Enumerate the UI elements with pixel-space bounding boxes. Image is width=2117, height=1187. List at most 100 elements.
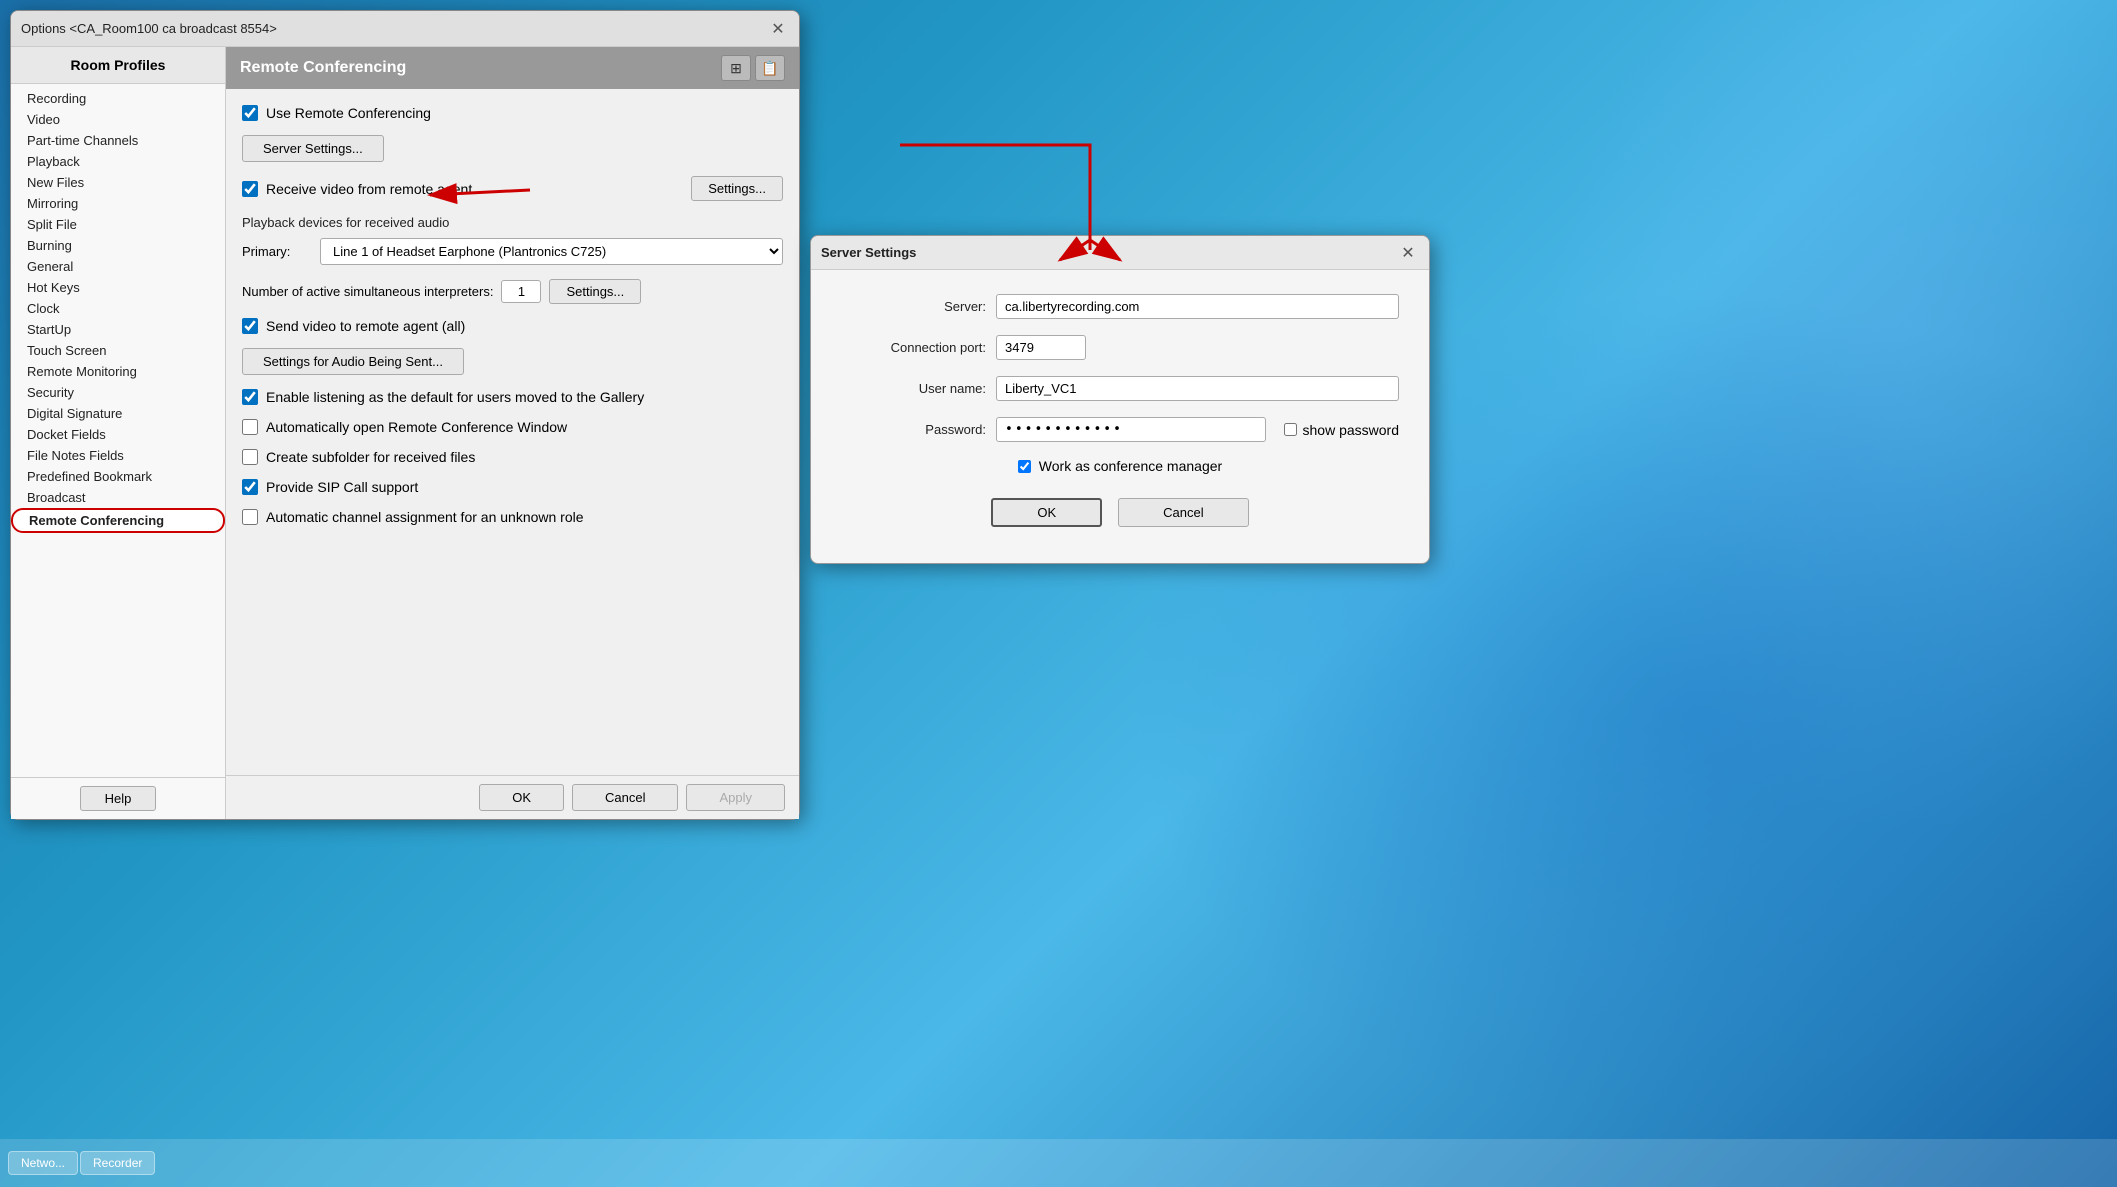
auto-open-label: Automatically open Remote Conference Win… <box>266 419 567 435</box>
sidebar-list: RecordingVideoPart-time ChannelsPlayback… <box>11 84 225 777</box>
sidebar-item-recording[interactable]: Recording <box>11 88 225 109</box>
content-scroll: Use Remote Conferencing Server Settings.… <box>226 89 799 775</box>
help-button[interactable]: Help <box>80 786 157 811</box>
sidebar-item-startup[interactable]: StartUp <box>11 319 225 340</box>
username-row: User name: <box>841 376 1399 401</box>
port-label: Connection port: <box>841 340 986 355</box>
sidebar-header: Room Profiles <box>11 47 225 84</box>
password-row: Password: show password <box>841 417 1399 442</box>
server-dialog-titlebar: Server Settings ✕ <box>811 236 1429 270</box>
options-dialog: Options <CA_Room100 ca broadcast 8554> ✕… <box>10 10 800 820</box>
apply-button[interactable]: Apply <box>686 784 785 811</box>
main-content: Remote Conferencing ⊞ 📋 Use Remote Confe… <box>226 47 799 819</box>
sidebar-item-split-file[interactable]: Split File <box>11 214 225 235</box>
create-subfolder-row: Create subfolder for received files <box>242 449 783 465</box>
server-ok-button[interactable]: OK <box>991 498 1102 527</box>
conf-manager-row: Work as conference manager <box>841 458 1399 474</box>
interpreters-label: Number of active simultaneous interprete… <box>242 284 493 299</box>
sidebar-item-mirroring[interactable]: Mirroring <box>11 193 225 214</box>
sidebar-item-digital-signature[interactable]: Digital Signature <box>11 403 225 424</box>
show-password-row: show password <box>1284 422 1400 438</box>
header-icon-paste[interactable]: 📋 <box>755 55 785 81</box>
sidebar-item-burning[interactable]: Burning <box>11 235 225 256</box>
server-dialog-title: Server Settings <box>821 245 916 260</box>
sidebar-item-remote-conferencing[interactable]: Remote Conferencing <box>11 508 225 533</box>
use-remote-conf-row: Use Remote Conferencing <box>242 105 783 121</box>
password-label: Password: <box>841 422 986 437</box>
sidebar-item-video[interactable]: Video <box>11 109 225 130</box>
server-settings-dialog: Server Settings ✕ Server: Connection por… <box>810 235 1430 564</box>
create-subfolder-checkbox[interactable] <box>242 449 258 465</box>
username-input[interactable] <box>996 376 1399 401</box>
port-input[interactable] <box>996 335 1086 360</box>
auto-channel-row: Automatic channel assignment for an unkn… <box>242 509 783 525</box>
show-password-checkbox[interactable] <box>1284 423 1297 436</box>
cancel-button[interactable]: Cancel <box>572 784 678 811</box>
enable-listening-row: Enable listening as the default for user… <box>242 389 783 405</box>
server-row: Server: <box>841 294 1399 319</box>
sidebar-item-docket-fields[interactable]: Docket Fields <box>11 424 225 445</box>
show-password-label: show password <box>1303 422 1400 438</box>
sidebar-item-new-files[interactable]: New Files <box>11 172 225 193</box>
server-dialog-close-button[interactable]: ✕ <box>1397 242 1419 264</box>
server-label: Server: <box>841 299 986 314</box>
primary-label: Primary: <box>242 244 312 259</box>
receive-video-row: Receive video from remote agent Settings… <box>242 176 783 201</box>
auto-channel-label: Automatic channel assignment for an unkn… <box>266 509 584 525</box>
server-settings-button[interactable]: Server Settings... <box>242 135 384 162</box>
create-subfolder-label: Create subfolder for received files <box>266 449 475 465</box>
sidebar-item-security[interactable]: Security <box>11 382 225 403</box>
dialog-close-button[interactable]: ✕ <box>767 18 789 40</box>
ok-button[interactable]: OK <box>479 784 564 811</box>
sidebar-item-touch-screen[interactable]: Touch Screen <box>11 340 225 361</box>
use-remote-conf-checkbox[interactable] <box>242 105 258 121</box>
sidebar-item-clock[interactable]: Clock <box>11 298 225 319</box>
content-header-title: Remote Conferencing <box>240 59 406 77</box>
password-input[interactable] <box>996 417 1266 442</box>
interpreters-input[interactable] <box>501 280 541 303</box>
auto-open-checkbox[interactable] <box>242 419 258 435</box>
auto-channel-checkbox[interactable] <box>242 509 258 525</box>
playback-devices-label: Playback devices for received audio <box>242 215 783 230</box>
primary-select[interactable]: Line 1 of Headset Earphone (Plantronics … <box>320 238 783 265</box>
conf-manager-checkbox[interactable] <box>1018 460 1031 473</box>
receive-video-settings-button[interactable]: Settings... <box>691 176 783 201</box>
header-icon-copy[interactable]: ⊞ <box>721 55 751 81</box>
send-video-checkbox[interactable] <box>242 318 258 334</box>
sidebar: Room Profiles RecordingVideoPart-time Ch… <box>11 47 226 819</box>
sidebar-item-broadcast[interactable]: Broadcast <box>11 487 225 508</box>
sidebar-item-remote-monitoring[interactable]: Remote Monitoring <box>11 361 225 382</box>
sidebar-item-playback[interactable]: Playback <box>11 151 225 172</box>
server-input[interactable] <box>996 294 1399 319</box>
send-video-label: Send video to remote agent (all) <box>266 318 465 334</box>
port-row: Connection port: <box>841 335 1399 360</box>
receive-video-checkbox[interactable] <box>242 181 258 197</box>
sidebar-item-general[interactable]: General <box>11 256 225 277</box>
enable-listening-label: Enable listening as the default for user… <box>266 389 644 405</box>
interpreters-row: Number of active simultaneous interprete… <box>242 279 783 304</box>
server-footer: OK Cancel <box>841 490 1399 543</box>
sidebar-item-part-time-channels[interactable]: Part-time Channels <box>11 130 225 151</box>
taskbar-item-network[interactable]: Netwo... <box>8 1151 78 1175</box>
dialog-body: Room Profiles RecordingVideoPart-time Ch… <box>11 47 799 819</box>
server-cancel-button[interactable]: Cancel <box>1118 498 1248 527</box>
sip-label: Provide SIP Call support <box>266 479 418 495</box>
taskbar-item-recorder[interactable]: Recorder <box>80 1151 155 1175</box>
sidebar-item-hot-keys[interactable]: Hot Keys <box>11 277 225 298</box>
sidebar-item-file-notes-fields[interactable]: File Notes Fields <box>11 445 225 466</box>
use-remote-conf-label: Use Remote Conferencing <box>266 105 431 121</box>
sidebar-item-predefined-bookmark[interactable]: Predefined Bookmark <box>11 466 225 487</box>
server-dialog-body: Server: Connection port: User name: Pass… <box>811 270 1429 563</box>
enable-listening-checkbox[interactable] <box>242 389 258 405</box>
sidebar-footer: Help <box>11 777 225 819</box>
receive-video-label: Receive video from remote agent <box>266 181 472 197</box>
auto-open-row: Automatically open Remote Conference Win… <box>242 419 783 435</box>
dialog-title: Options <CA_Room100 ca broadcast 8554> <box>21 21 277 36</box>
dialog-titlebar: Options <CA_Room100 ca broadcast 8554> ✕ <box>11 11 799 47</box>
taskbar: Netwo... Recorder <box>0 1139 2117 1187</box>
audio-sent-button[interactable]: Settings for Audio Being Sent... <box>242 348 464 375</box>
interpreters-settings-button[interactable]: Settings... <box>549 279 641 304</box>
dialog-footer: OK Cancel Apply <box>226 775 799 819</box>
sip-checkbox[interactable] <box>242 479 258 495</box>
sip-row: Provide SIP Call support <box>242 479 783 495</box>
